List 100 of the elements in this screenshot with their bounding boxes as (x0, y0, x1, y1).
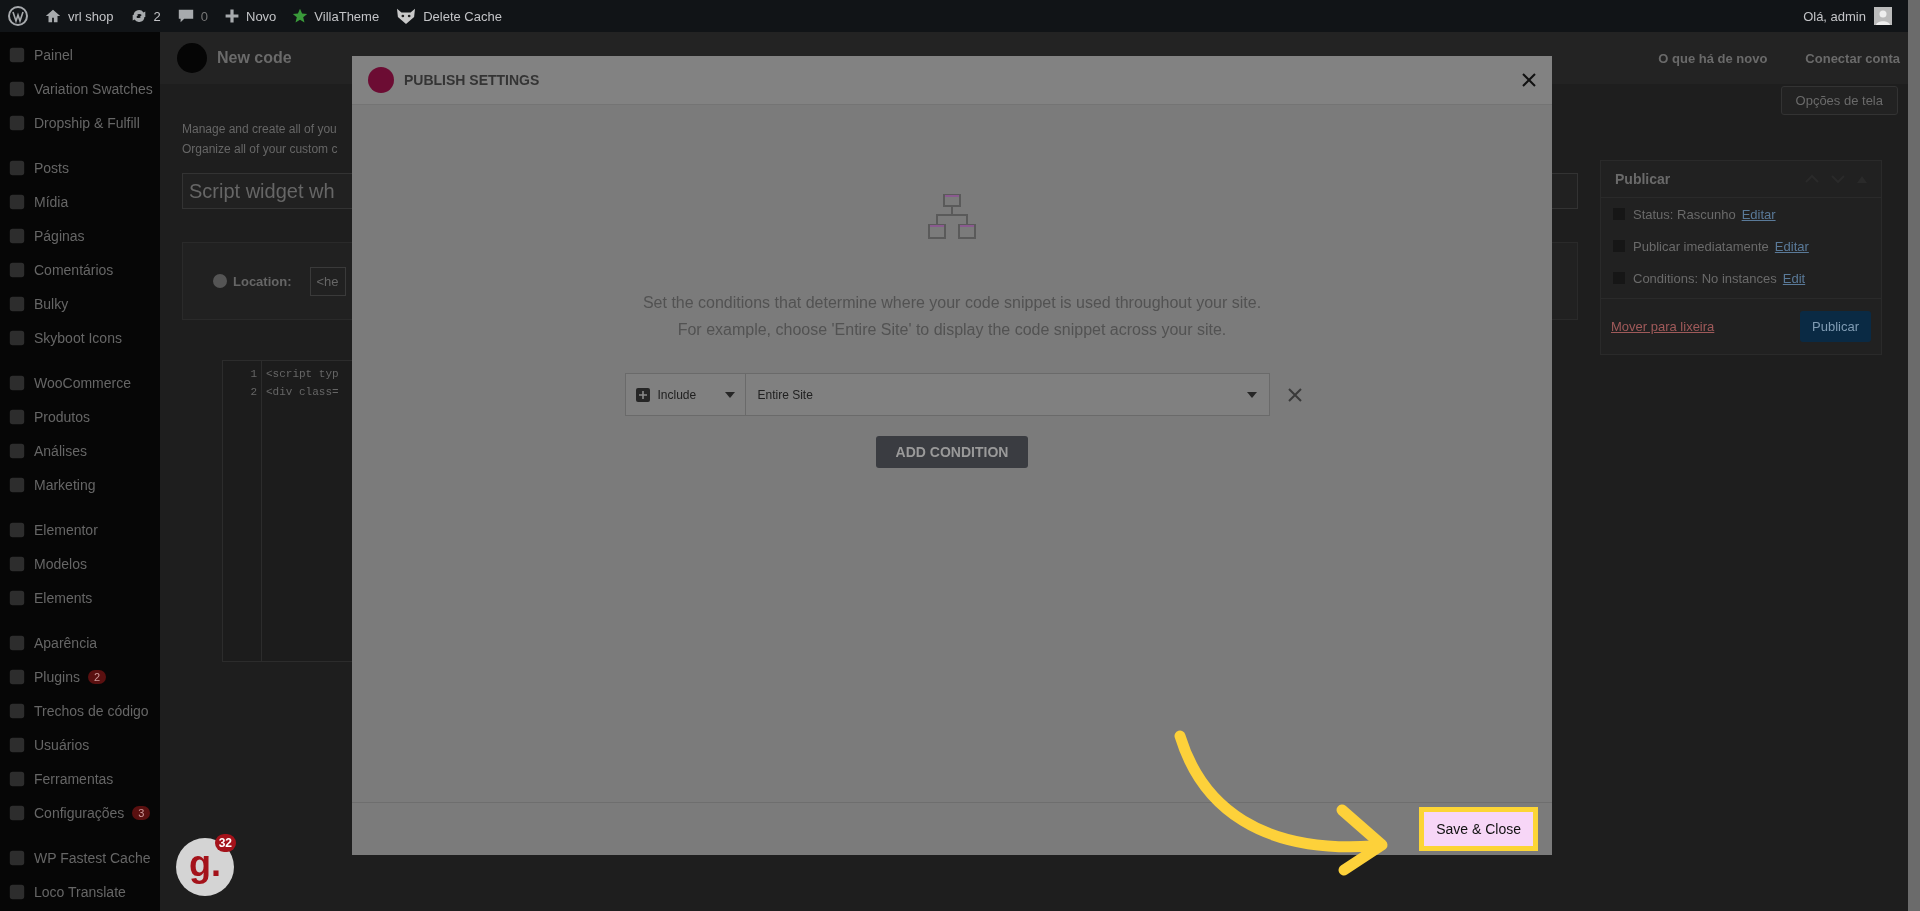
sitemap-icon (927, 193, 977, 241)
add-condition-button[interactable]: ADD CONDITION (875, 436, 1029, 468)
line-number: 1 (250, 367, 257, 382)
square-icon (8, 521, 26, 539)
sidebar-item[interactable]: Bulky (0, 287, 160, 321)
square-icon (8, 261, 26, 279)
square-icon (8, 736, 26, 754)
cat-icon (395, 7, 418, 25)
sidebar-item[interactable]: Dropship & Fulfill (0, 106, 160, 140)
sidebar-item[interactable]: Usuários (0, 728, 160, 762)
dialog-title: PUBLISH SETTINGS (404, 72, 541, 88)
menu-label: Painel (34, 47, 73, 63)
sidebar-item[interactable]: Painel (0, 38, 160, 72)
sidebar-item[interactable]: Configurações 3 (0, 796, 160, 830)
square-icon (8, 295, 26, 313)
menu-label: Modelos (34, 556, 87, 572)
square-icon (8, 634, 26, 652)
menu-label: Aparência (34, 635, 98, 651)
location-select[interactable]: <he (309, 266, 346, 296)
square-icon (8, 883, 26, 901)
sidebar-item[interactable]: Variation Swatches (0, 72, 160, 106)
page-title: New code (217, 49, 292, 67)
home-icon (44, 7, 62, 25)
square-icon (8, 589, 26, 607)
save-and-close-button[interactable]: Save & Close (1419, 807, 1538, 851)
code-line: <div class= (266, 385, 339, 400)
site-link[interactable]: vrl shop (68, 8, 114, 24)
menu-label: Ferramentas (34, 771, 114, 787)
description-text: Manage and create all of you (182, 121, 338, 138)
menu-label: Trechos de código (34, 703, 149, 719)
publish-button[interactable]: Publicar (1800, 311, 1871, 342)
sidebar-item[interactable]: Comentários (0, 253, 160, 287)
square-icon (8, 804, 26, 822)
header-link[interactable]: O que há de novo (1658, 50, 1768, 66)
menu-label: Loco Translate (34, 884, 126, 900)
account-link[interactable]: Olá, admin (1803, 8, 1866, 24)
plus-icon (224, 8, 240, 24)
square-icon (8, 80, 26, 98)
menu-label: Análises (34, 443, 87, 459)
menu-label: Mídia (34, 194, 69, 210)
menu-label: Marketing (34, 477, 96, 493)
square-icon (8, 668, 26, 686)
square-icon (8, 159, 26, 177)
square-icon (8, 193, 26, 211)
screen-options-button[interactable]: Opções de tela (1780, 86, 1898, 115)
new-link[interactable]: Novo (246, 8, 277, 24)
sidebar-item[interactable]: Produtos (0, 400, 160, 434)
sidebar-item[interactable]: WooCommerce (0, 366, 160, 400)
menu-label: Plugins (34, 669, 80, 685)
menu-label: Posts (34, 160, 69, 176)
sidebar-item[interactable]: Skyboot Icons (0, 321, 160, 355)
line-number: 2 (250, 385, 257, 400)
sidebar-item[interactable]: Elements (0, 581, 160, 615)
square-icon (8, 555, 26, 573)
square-icon (8, 227, 26, 245)
square-icon (8, 408, 26, 426)
edit-link[interactable]: Editar (1741, 206, 1776, 222)
sidebar-item[interactable]: Mídia (0, 185, 160, 219)
sidebar-item[interactable]: Ferramentas (0, 762, 160, 796)
sidebar-item[interactable]: Páginas (0, 219, 160, 253)
wordpress-logo-icon[interactable] (8, 6, 28, 26)
trash-link[interactable]: Mover para lixeira (1611, 319, 1715, 334)
publish-info: Publicar imediatamente (1633, 238, 1769, 254)
comments-count[interactable]: 0 (200, 8, 208, 24)
sidebar-item[interactable]: Aparência (0, 626, 160, 660)
delete-cache-link[interactable]: Delete Cache (423, 8, 502, 24)
avatar-icon[interactable] (1874, 7, 1892, 25)
header-link[interactable]: Conectar conta (1805, 50, 1900, 66)
count-badge: 2 (87, 670, 107, 684)
square-icon (8, 46, 26, 64)
sidebar-item[interactable]: Trechos de código (0, 694, 160, 728)
sidebar-item[interactable]: Marketing (0, 468, 160, 502)
sidebar-item[interactable]: Plugins 2 (0, 660, 160, 694)
sidebar-item[interactable]: Loco Translate (0, 875, 160, 909)
location-label: Location: (233, 273, 292, 289)
menu-label: Bulky (34, 296, 69, 312)
sidebar-item[interactable]: Elementor (0, 513, 160, 547)
menu-label: Configurações (34, 805, 125, 821)
sidebar-item[interactable]: Análises (0, 434, 160, 468)
close-icon[interactable] (1522, 73, 1536, 87)
remove-icon[interactable] (1287, 387, 1302, 402)
edit-link[interactable]: Edit (1782, 270, 1806, 286)
sidebar-item[interactable]: Modelos (0, 547, 160, 581)
sidebar-item[interactable]: Posts (0, 151, 160, 185)
square-icon (8, 770, 26, 788)
square-icon (8, 442, 26, 460)
count-badge: 3 (132, 806, 151, 820)
sidebar-item[interactable]: WP Fastest Cache (0, 841, 160, 875)
description-text: Organize all of your custom c (182, 141, 339, 158)
square-icon (8, 114, 26, 132)
menu-label: Comentários (34, 262, 114, 278)
menu-label: Páginas (34, 228, 85, 244)
villatheme-link[interactable]: VillaTheme (314, 8, 380, 24)
edit-link[interactable]: Editar (1774, 238, 1809, 254)
code-line: <script typ (266, 367, 339, 382)
square-icon (8, 849, 26, 867)
square-icon (8, 702, 26, 720)
square-icon (8, 329, 26, 347)
menu-label: Variation Swatches (34, 81, 153, 97)
updates-count[interactable]: 2 (153, 8, 161, 24)
